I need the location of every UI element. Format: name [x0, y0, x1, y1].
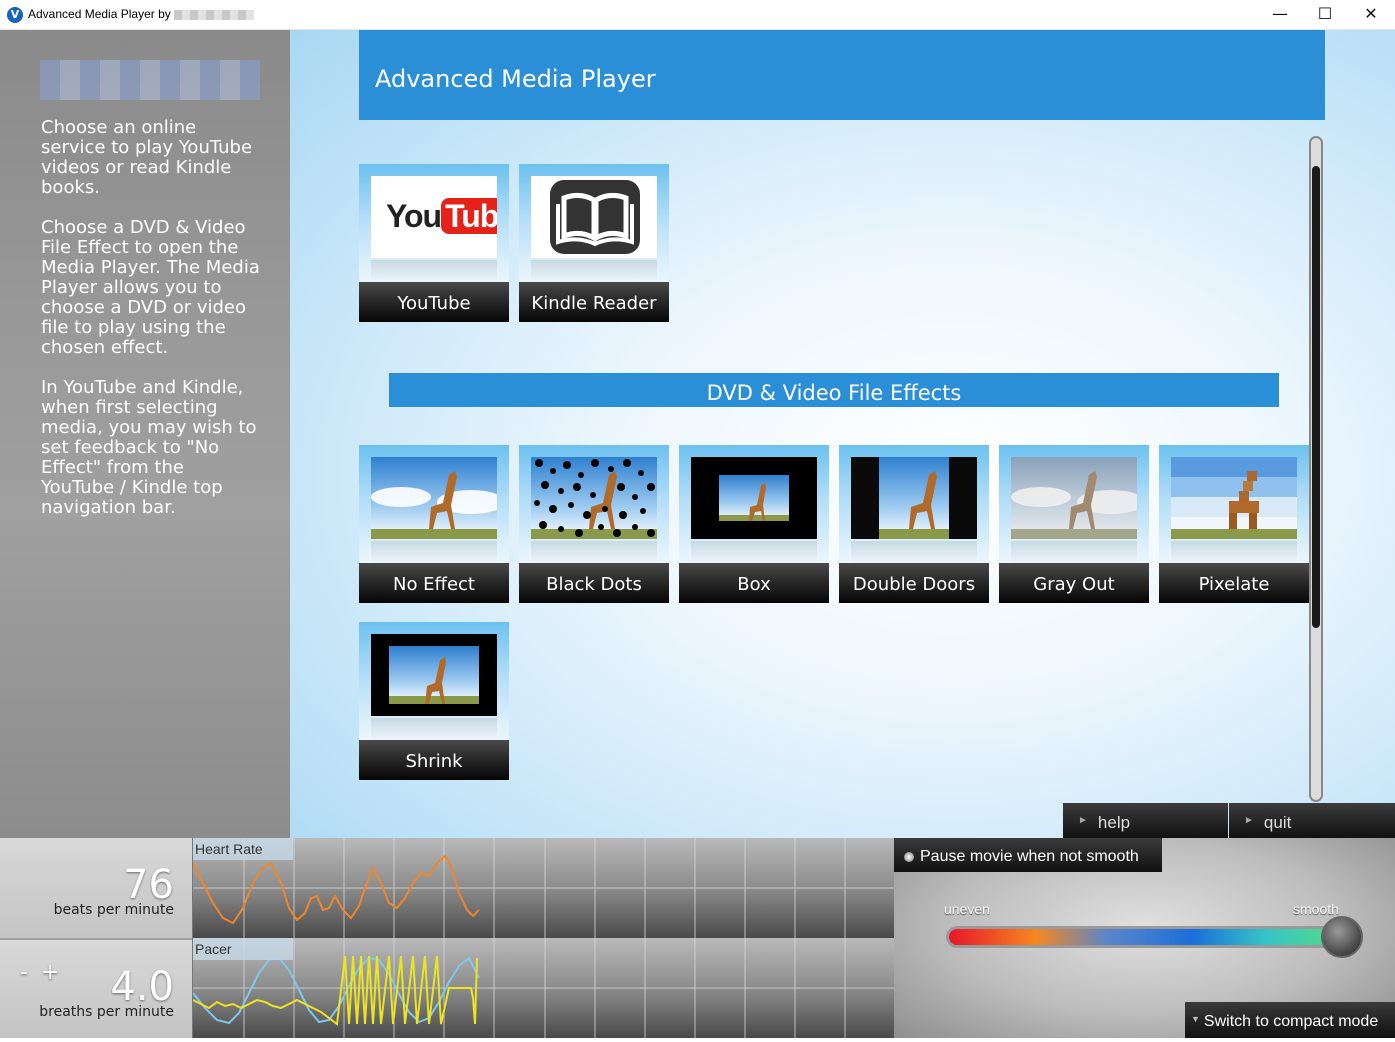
- pacer-decrease-button[interactable]: -: [20, 960, 28, 985]
- app-logo-icon: V: [7, 7, 23, 23]
- description-text: Choose an online service to play YouTube…: [41, 118, 261, 538]
- tile-label: Box: [679, 563, 829, 603]
- tile-kindle-reader[interactable]: Kindle Reader: [519, 164, 669, 322]
- effect-box[interactable]: Box: [679, 445, 829, 603]
- book-icon: [550, 180, 640, 254]
- help-button[interactable]: ► help: [1063, 803, 1228, 838]
- tile-label: Black Dots: [519, 563, 669, 603]
- pacer-adjust: - +: [20, 960, 59, 985]
- thumbnail-reflection: [851, 541, 977, 563]
- giraffe-thumbnail: [371, 634, 497, 716]
- quit-button[interactable]: ► quit: [1229, 803, 1395, 838]
- smoothness-indicator-knob: [1321, 916, 1363, 958]
- radio-icon: [904, 852, 914, 862]
- chevron-down-icon: ▼: [1191, 1014, 1200, 1024]
- thumbnail-reflection: [531, 260, 657, 282]
- vertical-scrollbar[interactable]: [1309, 136, 1323, 802]
- youtube-thumbnail: YouTube: [371, 176, 497, 258]
- biofeedback-panel: 76 beats per minute - + 4.0 breaths per …: [0, 838, 1395, 1038]
- smoothness-panel: Pause movie when not smooth uneven smoot…: [894, 838, 1395, 1038]
- effect-double-doors[interactable]: Double Doors: [839, 445, 989, 603]
- giraffe-thumbnail: [371, 457, 497, 539]
- effect-no-effect[interactable]: No Effect: [359, 445, 509, 603]
- smoothness-gradient: [949, 929, 1343, 945]
- help-label: help: [1097, 813, 1131, 832]
- tile-youtube[interactable]: YouTube YouTube: [359, 164, 509, 322]
- tile-label: Shrink: [359, 740, 509, 780]
- description-paragraph: In YouTube and Kindle, when first select…: [41, 377, 257, 518]
- effect-black-dots[interactable]: Black Dots: [519, 445, 669, 603]
- scrollbar-thumb[interactable]: [1312, 166, 1320, 628]
- tile-label: Kindle Reader: [519, 282, 669, 322]
- window-title: Advanced Media Player by: [28, 7, 254, 21]
- youtube-logo-you: You: [386, 198, 442, 234]
- slider-label-smooth: smooth: [1293, 901, 1339, 917]
- redacted-logo: [40, 60, 260, 100]
- page-title: Advanced Media Player: [375, 65, 656, 93]
- thumbnail-reflection: [531, 541, 657, 563]
- tile-label: Pixelate: [1159, 563, 1309, 603]
- giraffe-thumbnail: [851, 457, 977, 539]
- pacer-increase-button[interactable]: +: [41, 960, 59, 985]
- effect-shrink[interactable]: Shrink: [359, 622, 509, 780]
- giraffe-thumbnail: [691, 457, 817, 539]
- page-header: Advanced Media Player: [359, 30, 1325, 120]
- kindle-thumbnail: [531, 176, 657, 258]
- title-bar: V Advanced Media Player by — ☐ ✕: [0, 0, 1395, 30]
- tile-label: No Effect: [359, 563, 509, 603]
- thumbnail-reflection: [1171, 541, 1297, 563]
- maximize-button[interactable]: ☐: [1302, 0, 1348, 30]
- pacer-graph-title: Pacer: [193, 938, 293, 960]
- heart-rate-readout: 76 beats per minute: [0, 838, 192, 938]
- giraffe-thumbnail: [531, 457, 657, 539]
- minimize-button[interactable]: —: [1257, 0, 1303, 30]
- main-content: Advanced Media Player YouTube YouTube Ki…: [290, 30, 1395, 838]
- thumbnail-reflection: [1011, 541, 1137, 563]
- play-arrow-icon: ►: [1244, 815, 1254, 826]
- heart-rate-graph: Heart Rate: [192, 838, 895, 938]
- description-paragraph: Choose an online service to play YouTube…: [41, 117, 253, 198]
- compact-mode-button[interactable]: ▼ Switch to compact mode: [1185, 1002, 1395, 1038]
- effect-gray-out[interactable]: Gray Out: [999, 445, 1149, 603]
- tile-label: Double Doors: [839, 563, 989, 603]
- pause-movie-toggle[interactable]: Pause movie when not smooth: [894, 838, 1162, 872]
- slider-label-uneven: uneven: [944, 901, 990, 917]
- thumbnail-reflection: [371, 718, 497, 740]
- heart-rate-graph-title: Heart Rate: [193, 838, 293, 860]
- pacer-readout: - + 4.0 breaths per minute: [0, 938, 192, 1038]
- thumbnail-reflection: [371, 260, 497, 282]
- description-paragraph: Choose a DVD & Video File Effect to open…: [41, 217, 260, 358]
- play-arrow-icon: ►: [1078, 815, 1088, 826]
- youtube-logo-icon: YouTube: [386, 198, 497, 235]
- window-title-text: Advanced Media Player by: [28, 7, 171, 21]
- tile-label: YouTube: [359, 282, 509, 322]
- pacer-graph: Pacer: [192, 938, 895, 1038]
- compact-mode-label: Switch to compact mode: [1203, 1013, 1379, 1030]
- giraffe-thumbnail: [1171, 457, 1297, 539]
- effect-pixelate[interactable]: Pixelate: [1159, 445, 1309, 603]
- heart-rate-unit: beats per minute: [53, 902, 174, 918]
- description-panel: Choose an online service to play YouTube…: [0, 30, 290, 838]
- smoothness-meter: [946, 926, 1346, 948]
- thumbnail-reflection: [691, 541, 817, 563]
- tile-label: Gray Out: [999, 563, 1149, 603]
- pacer-unit: breaths per minute: [39, 1004, 174, 1020]
- thumbnail-reflection: [371, 541, 497, 563]
- close-button[interactable]: ✕: [1348, 0, 1394, 30]
- pause-movie-label: Pause movie when not smooth: [920, 848, 1139, 865]
- youtube-logo-tube: Tube: [441, 198, 497, 234]
- redacted-name: [173, 9, 254, 20]
- giraffe-thumbnail: [1011, 457, 1137, 539]
- effects-section-title: DVD & Video File Effects: [389, 373, 1279, 407]
- quit-label: quit: [1263, 813, 1292, 832]
